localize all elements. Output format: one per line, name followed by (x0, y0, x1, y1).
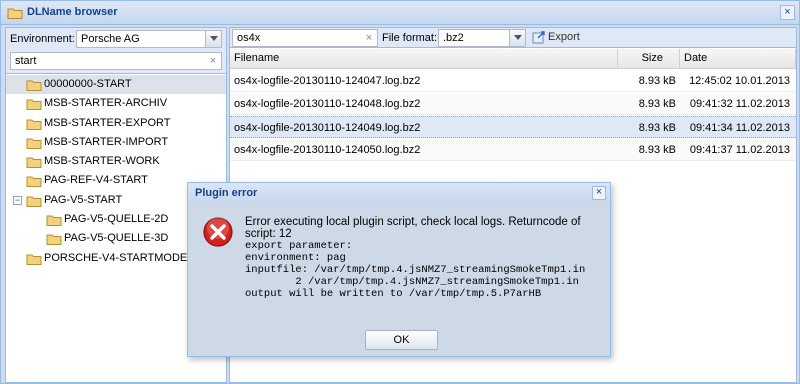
tree-item-label: PAG-V5-QUELLE-3D (64, 232, 169, 245)
export-icon (532, 30, 546, 47)
table-row[interactable]: os4x-logfile-20130110-124047.log.bz2 8.93… (230, 70, 796, 92)
error-icon (202, 216, 234, 251)
tree-item[interactable]: MSB-STARTER-ARCHIV (6, 94, 226, 113)
tree-item-label: PAG-V5-QUELLE-2D (64, 213, 169, 226)
tree-item-label: MSB-STARTER-IMPORT (44, 135, 169, 148)
environment-combobox[interactable]: Porsche AG (76, 30, 222, 48)
tree-search-value: start (15, 55, 37, 67)
window-close-button[interactable]: × (780, 5, 795, 20)
chevron-down-icon[interactable] (509, 30, 525, 46)
dialog-titlebar: Plugin error × (188, 183, 610, 203)
error-message: Error executing local plugin script, che… (245, 216, 581, 240)
tree-search-input[interactable]: start × (10, 52, 222, 70)
cell-filename: os4x-logfile-20130110-124048.log.bz2 (234, 98, 421, 110)
tree-item-label: MSB-STARTER-WORK (44, 155, 160, 168)
tree-item-label: 00000000-START (44, 78, 132, 90)
cell-filename: os4x-logfile-20130110-124049.log.bz2 (234, 122, 421, 134)
cell-date: 09:41:37 11.02.2013 (689, 144, 790, 156)
cell-size: 8.93 kB (638, 75, 676, 87)
cell-date: 09:41:32 11.02.2013 (689, 98, 790, 110)
cell-size: 8.93 kB (638, 144, 676, 156)
column-header-date[interactable]: Date (680, 49, 796, 68)
plugin-error-dialog: Plugin error × Error executing local plu… (187, 182, 611, 357)
tree-item-label: PORSCHE-V4-STARTMODELL (44, 251, 200, 264)
table-row[interactable]: os4x-logfile-20130110-124049.log.bz2 8.93… (230, 116, 796, 138)
tree-item[interactable]: MSB-STARTER-EXPORT (6, 114, 226, 133)
cell-size: 8.93 kB (638, 122, 676, 134)
error-details: export parameter: environment: pag input… (245, 240, 586, 300)
cell-size: 8.93 kB (638, 98, 676, 110)
dlname-browser-window: DLName browser × Environment: Porsche AG… (0, 0, 800, 384)
folder-icon (26, 253, 42, 272)
dialog-close-button[interactable]: × (592, 186, 606, 200)
collapse-toggle-icon[interactable]: − (13, 195, 22, 205)
cell-filename: os4x-logfile-20130110-124050.log.bz2 (234, 144, 421, 156)
right-toolbar: os4x × File format: .bz2 Export (230, 28, 796, 48)
cell-date: 12:45:02 10.01.2013 (689, 75, 790, 87)
environment-value: Porsche AG (81, 33, 140, 45)
tree-item-label: MSB-STARTER-EXPORT (44, 116, 171, 129)
filename-filter-input[interactable]: os4x × (232, 29, 378, 47)
tree-item-label: PAG-V5-START (44, 193, 123, 206)
cell-date: 09:41:34 11.02.2013 (689, 122, 790, 134)
tree-item-label: PAG-REF-V4-START (44, 174, 148, 187)
file-grid-header: Filename Size Date (230, 49, 796, 69)
filename-filter-value: os4x (237, 32, 261, 44)
tree-item-label: MSB-STARTER-ARCHIV (44, 97, 168, 110)
file-format-value: .bz2 (443, 32, 464, 44)
dialog-title: Plugin error (195, 187, 258, 199)
clear-icon[interactable]: × (206, 54, 220, 68)
chevron-down-icon[interactable] (205, 31, 221, 47)
left-toolbar: Environment: Porsche AG start × (6, 28, 226, 74)
column-header-size[interactable]: Size (618, 49, 680, 68)
ok-button[interactable]: OK (365, 330, 438, 350)
table-row[interactable]: os4x-logfile-20130110-124048.log.bz2 8.93… (230, 93, 796, 115)
cell-filename: os4x-logfile-20130110-124047.log.bz2 (234, 75, 421, 87)
file-format-label: File format: (382, 32, 438, 44)
tree-item[interactable]: MSB-STARTER-IMPORT (6, 133, 226, 152)
tree-item[interactable]: 00000000-START (6, 75, 226, 95)
clear-icon[interactable]: × (362, 31, 376, 45)
window-title: DLName browser (27, 6, 118, 18)
export-label: Export (548, 31, 580, 43)
window-titlebar: DLName browser × (1, 1, 799, 25)
folder-icon (7, 6, 23, 23)
environment-label: Environment: (10, 33, 75, 45)
file-format-combobox[interactable]: .bz2 (438, 29, 526, 47)
column-header-filename[interactable]: Filename (230, 49, 618, 68)
tree-item[interactable]: MSB-STARTER-WORK (6, 152, 226, 171)
table-row[interactable]: os4x-logfile-20130110-124050.log.bz2 8.93… (230, 139, 796, 161)
